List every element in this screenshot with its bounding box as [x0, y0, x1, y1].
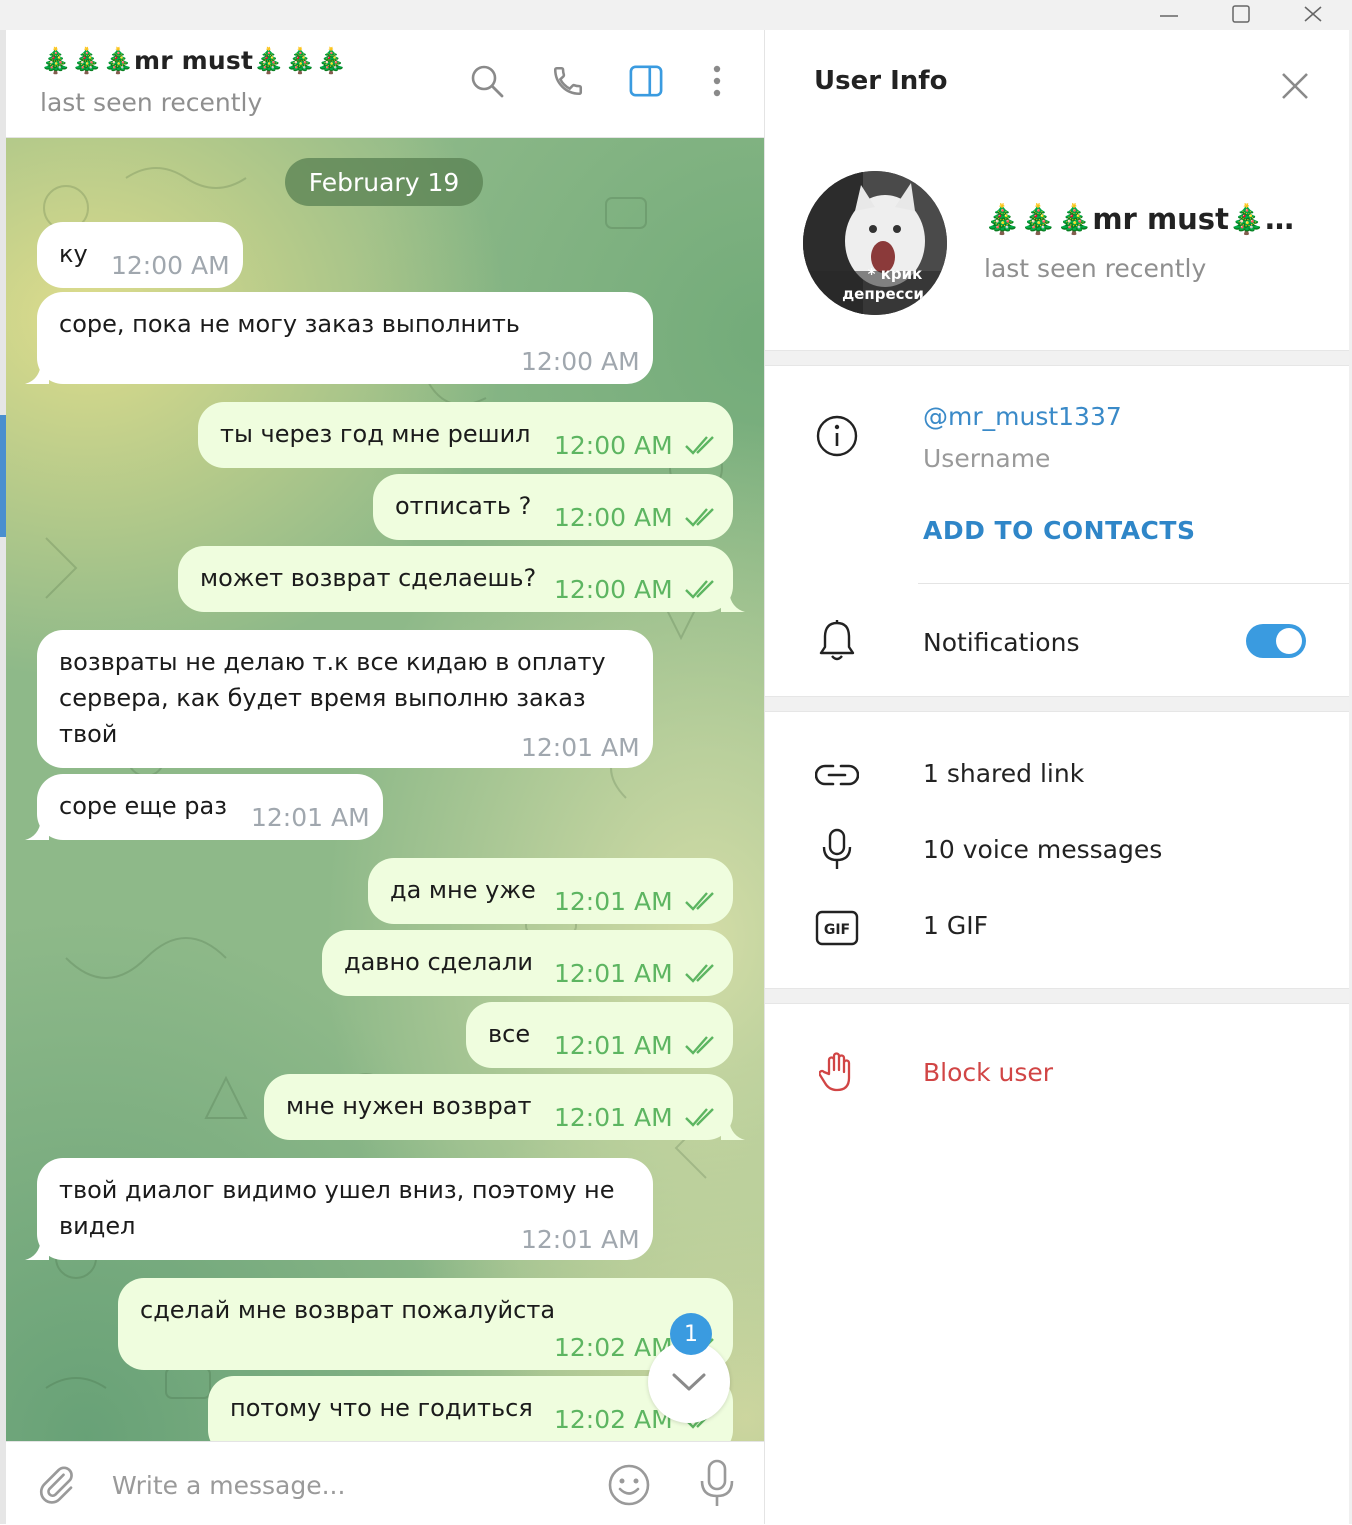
svg-text:GIF: GIF [824, 922, 850, 938]
read-checkmarks-icon [685, 580, 714, 599]
shared-links-item[interactable]: 1 shared link [923, 759, 1084, 788]
message-outgoing[interactable]: может возврат сделаешь? 12:00 AM [178, 546, 745, 612]
search-icon[interactable] [470, 64, 504, 98]
message-text: да мне уже [390, 876, 536, 904]
gif-icon: GIF [815, 906, 859, 950]
message-time: 12:01 AM [554, 1103, 673, 1132]
username-link[interactable]: @mr_must1337 [923, 402, 1122, 431]
block-user-button[interactable]: Block user [923, 1058, 1053, 1087]
date-divider: February 19 [285, 158, 483, 206]
chat-title[interactable]: 🎄🎄🎄mr must🎄🎄🎄 [40, 46, 347, 76]
toggle-knob [1276, 628, 1302, 654]
chevron-down-icon [672, 1373, 706, 1391]
chat-header[interactable]: 🎄🎄🎄mr must🎄🎄🎄 last seen recently [6, 30, 764, 138]
phone-icon[interactable] [551, 64, 585, 98]
voice-messages-item[interactable]: 10 voice messages [923, 835, 1162, 864]
message-incoming[interactable]: возвраты не делаю т.к все кидаю в оплату… [37, 630, 653, 768]
message-text: все [488, 1020, 531, 1048]
user-name: 🎄🎄🎄mr must🎄… [984, 202, 1295, 236]
message-time: 12:00 AM [111, 251, 230, 280]
message-text: может возврат сделаешь? [200, 564, 537, 592]
read-checkmarks-icon [685, 436, 714, 455]
minimize-icon[interactable] [1139, 0, 1199, 30]
message-incoming[interactable]: ку 12:00 AM [37, 222, 243, 288]
message-text: соре, пока не могу заказ выполнить [59, 310, 520, 338]
microphone-icon [815, 828, 859, 872]
emoji-icon[interactable] [606, 1462, 652, 1508]
read-checkmarks-icon [685, 1036, 714, 1055]
divider [918, 583, 1349, 584]
message-time: 12:01 AM [554, 887, 673, 916]
message-outgoing[interactable]: ты через год мне решил 12:00 AM [198, 402, 733, 468]
add-to-contacts-button[interactable]: ADD TO CONTACTS [923, 516, 1195, 545]
more-vertical-icon[interactable] [700, 64, 734, 98]
message-outgoing[interactable]: все 12:01 AM [466, 1002, 733, 1068]
read-checkmarks-icon [685, 1108, 714, 1127]
message-incoming[interactable]: соре, пока не могу заказ выполнить 12:00… [25, 292, 653, 384]
notifications-toggle[interactable] [1246, 624, 1306, 658]
read-checkmarks-icon [685, 892, 714, 911]
svg-text:депресси: депресси [842, 285, 924, 303]
message-outgoing[interactable]: да мне уже 12:01 AM [368, 858, 733, 924]
gifs-item[interactable]: 1 GIF [923, 911, 988, 940]
message-outgoing[interactable]: сделай мне возврат пожалуйста 12:02 AM [118, 1278, 733, 1370]
chat-pane: 🎄🎄🎄mr must🎄🎄🎄 last seen recently Februar… [6, 30, 764, 1525]
message-time: 12:02 AM [554, 1405, 673, 1434]
close-panel-icon[interactable] [1275, 66, 1315, 106]
panel-title: User Info [814, 66, 948, 96]
message-time: 12:00 AM [554, 503, 673, 532]
maximize-icon[interactable] [1211, 0, 1271, 30]
user-status: last seen recently [984, 254, 1207, 283]
svg-text:* крик: * крик [868, 265, 923, 283]
info-icon [815, 414, 859, 458]
message-incoming[interactable]: твой диалог видимо ушел вниз, поэтому не… [25, 1158, 653, 1260]
message-time: 12:01 AM [554, 959, 673, 988]
username-label: Username [923, 444, 1051, 473]
message-composer [6, 1441, 764, 1525]
section-divider [765, 350, 1349, 366]
message-text: отписать ? [395, 492, 532, 520]
message-text: соре еще раз [59, 792, 227, 820]
notifications-label: Notifications [923, 628, 1080, 657]
message-text: мне нужен возврат [286, 1092, 532, 1120]
link-icon [815, 753, 859, 797]
message-input[interactable] [110, 1462, 584, 1508]
user-info-panel: User Info * крик депресси 🎄🎄🎄mr must🎄… l… [765, 30, 1349, 1524]
message-text: ку [59, 240, 88, 268]
message-time: 12:00 AM [554, 431, 673, 460]
read-checkmarks-icon [685, 964, 714, 983]
bell-icon [815, 619, 859, 663]
attach-icon[interactable] [34, 1462, 78, 1506]
message-outgoing[interactable]: давно сделали 12:01 AM [322, 930, 733, 996]
message-outgoing[interactable]: отписать ? 12:00 AM [373, 474, 733, 540]
chat-status: last seen recently [40, 88, 263, 117]
sidebar-toggle-icon[interactable] [629, 64, 663, 98]
message-list[interactable]: February 19 ку 12:00 AM соре, пока не мо… [6, 138, 764, 1441]
message-time: 12:01 AM [554, 1031, 673, 1060]
microphone-icon[interactable] [696, 1458, 738, 1510]
message-incoming[interactable]: соре еще раз 12:01 AM [25, 774, 383, 840]
read-checkmarks-icon [685, 508, 714, 527]
section-divider [765, 696, 1349, 712]
message-time: 12:00 AM [521, 347, 640, 376]
message-text: давно сделали [344, 948, 533, 976]
close-icon[interactable] [1283, 0, 1343, 30]
message-text: сделай мне возврат пожалуйста [140, 1296, 556, 1324]
message-time: 12:00 AM [554, 575, 673, 604]
message-time: 12:01 AM [251, 803, 370, 832]
window-title-bar [0, 0, 1352, 30]
message-time: 12:01 AM [521, 733, 640, 762]
message-text: ты через год мне решил [220, 420, 531, 448]
message-time: 12:01 AM [521, 1225, 640, 1254]
message-outgoing[interactable]: мне нужен возврат 12:01 AM [264, 1074, 745, 1140]
message-text: потому что не годиться [230, 1394, 533, 1422]
unread-badge: 1 [670, 1313, 712, 1355]
hand-stop-icon [815, 1050, 859, 1094]
avatar[interactable]: * крик депресси [803, 171, 947, 315]
section-divider [765, 988, 1349, 1004]
